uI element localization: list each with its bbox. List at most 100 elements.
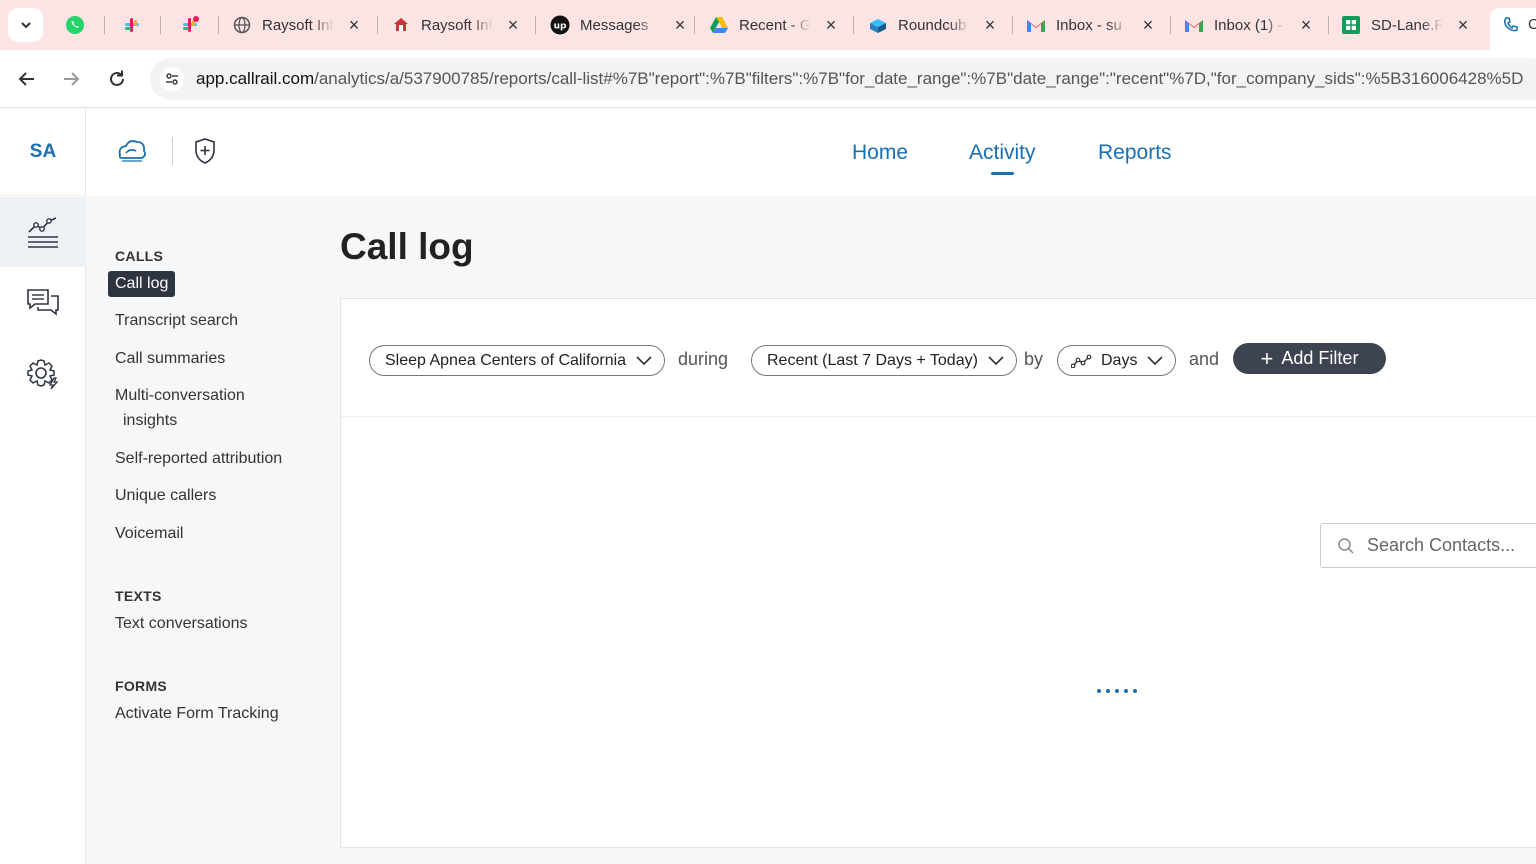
close-icon[interactable]: × [1298, 16, 1314, 34]
analytics-icon [28, 217, 58, 248]
subnav-item-call-log[interactable]: Call log [108, 271, 176, 297]
svg-text:up: up [554, 22, 567, 32]
company-select[interactable]: Sleep Apnea Centers of California [369, 345, 666, 376]
url-host: app.callrail.com [196, 69, 315, 88]
rail-settings[interactable] [0, 339, 86, 409]
pinned-tab-slack-2[interactable] [165, 8, 215, 42]
google-sheets-icon [1341, 15, 1361, 35]
user-avatar[interactable]: SA [0, 109, 86, 196]
pinned-tab-slack[interactable] [107, 8, 157, 42]
loading-indicator [1097, 689, 1137, 693]
roundcube-icon [868, 15, 888, 35]
call-log-card: Sleep Apnea Centers of California during… [340, 298, 1536, 848]
date-range-select[interactable]: Recent (Last 7 Days + Today) [751, 345, 1017, 376]
subnav-item-unique-callers[interactable]: Unique callers [115, 487, 216, 505]
browser-tab[interactable]: Recent - G × [701, 8, 839, 42]
slack-icon [183, 16, 199, 32]
tab-title: Roundcub [898, 16, 967, 34]
browser-tab[interactable]: Roundcub × [860, 8, 998, 42]
upwork-icon: up [550, 15, 570, 35]
app-rail: SA [0, 109, 86, 864]
close-icon[interactable]: × [823, 16, 839, 34]
close-icon[interactable]: × [672, 16, 688, 34]
interval-select-value: Days [1101, 351, 1138, 369]
site-settings-icon[interactable] [160, 67, 184, 91]
browser-tab[interactable]: Inbox (1) - × [1176, 8, 1314, 42]
gmail-icon [1026, 15, 1046, 35]
url-text[interactable]: app.callrail.com/analytics/a/537900785/r… [196, 69, 1536, 89]
tab-title: Inbox - su [1056, 16, 1122, 34]
tab-title: Raysoft Inf [262, 16, 334, 34]
rail-conversations[interactable] [0, 267, 86, 337]
globe-icon [232, 15, 252, 35]
add-filter-button[interactable]: + Add Filter [1233, 343, 1386, 374]
page-title: Call log [340, 226, 474, 267]
reload-icon [110, 70, 124, 86]
during-label: during [678, 349, 729, 369]
loading-dot [1106, 689, 1110, 693]
reload-button[interactable] [100, 62, 134, 96]
browser-tab-active[interactable]: C [1490, 8, 1536, 50]
raysoft-icon [391, 15, 411, 35]
browser-tab-bar: Raysoft Inf × Raysoft Inf × up Messages … [0, 0, 1536, 50]
address-bar[interactable]: app.callrail.com/analytics/a/537900785/r… [150, 58, 1536, 100]
arrow-left-icon [18, 72, 34, 86]
rail-analytics[interactable] [0, 197, 86, 267]
search-icon [1335, 535, 1357, 557]
subnav-item-multi-conversation-insights-line2[interactable]: insights [123, 412, 177, 430]
close-icon[interactable]: × [1455, 16, 1471, 34]
interval-select[interactable]: Days [1057, 345, 1177, 376]
tab-title: Inbox (1) - [1214, 16, 1283, 34]
add-filter-label: Add Filter [1281, 348, 1359, 368]
loading-dot [1097, 689, 1101, 693]
chevron-down-icon [1147, 355, 1164, 366]
callrail-logo-icon[interactable] [116, 137, 148, 165]
browser-tab[interactable]: SD-Lane.R × [1333, 8, 1471, 42]
trend-line-icon [1071, 354, 1093, 368]
date-range-select-value: Recent (Last 7 Days + Today) [767, 351, 978, 369]
browser-tab[interactable]: Raysoft Inf × [224, 8, 362, 42]
nav-reports[interactable]: Reports [1098, 141, 1172, 165]
subnav-item-transcript-search[interactable]: Transcript search [115, 312, 238, 330]
arrow-right-icon [64, 72, 80, 86]
subnav-item-multi-conversation-insights[interactable]: Multi-conversation [115, 387, 245, 405]
tab-search-button[interactable] [8, 8, 43, 42]
plus-icon: + [1260, 345, 1274, 371]
subnav-item-voicemail[interactable]: Voicemail [115, 525, 183, 543]
tab-title: Messages [580, 16, 649, 34]
search-contacts[interactable] [1320, 523, 1536, 568]
tab-title: SD-Lane.R [1371, 16, 1443, 34]
subnav-item-self-reported-attribution[interactable]: Self-reported attribution [115, 450, 282, 468]
subnav-item-activate-form-tracking[interactable]: Activate Form Tracking [115, 705, 279, 723]
close-icon[interactable]: × [346, 16, 362, 34]
browser-tab[interactable]: Raysoft Inf × [383, 8, 521, 42]
back-button[interactable] [10, 62, 44, 96]
shield-icon[interactable] [193, 137, 217, 165]
chevron-down-icon [636, 355, 652, 366]
browser-toolbar: app.callrail.com/analytics/a/537900785/r… [0, 50, 1536, 108]
subnav-item-text-conversations[interactable]: Text conversations [115, 615, 248, 633]
chevron-down-icon [988, 355, 1004, 366]
tab-title: Raysoft Inf [421, 16, 493, 34]
loading-dot [1115, 689, 1119, 693]
browser-tab[interactable]: Inbox - su × [1018, 8, 1156, 42]
nav-home[interactable]: Home [852, 141, 908, 165]
close-icon[interactable]: × [982, 16, 998, 34]
browser-tab[interactable]: up Messages × [542, 8, 688, 42]
tab-title: C [1528, 16, 1536, 33]
tab-title: Recent - G [739, 16, 811, 34]
subnav-item-call-summaries[interactable]: Call summaries [115, 350, 225, 368]
search-contacts-input[interactable] [1367, 535, 1536, 556]
gmail-icon [1184, 15, 1204, 35]
app-topbar: Home Activity Reports [86, 109, 1536, 196]
forward-button[interactable] [54, 62, 88, 96]
close-icon[interactable]: × [1140, 16, 1156, 34]
nav-activity[interactable]: Activity [969, 141, 1036, 175]
pinned-tab-whatsapp[interactable] [50, 8, 100, 42]
close-icon[interactable]: × [505, 16, 521, 34]
loading-dot [1133, 689, 1137, 693]
and-label: and [1189, 349, 1220, 369]
url-path: /analytics/a/537900785/reports/call-list… [314, 69, 1524, 88]
chat-icon [27, 289, 59, 316]
company-select-value: Sleep Apnea Centers of California [385, 351, 627, 369]
